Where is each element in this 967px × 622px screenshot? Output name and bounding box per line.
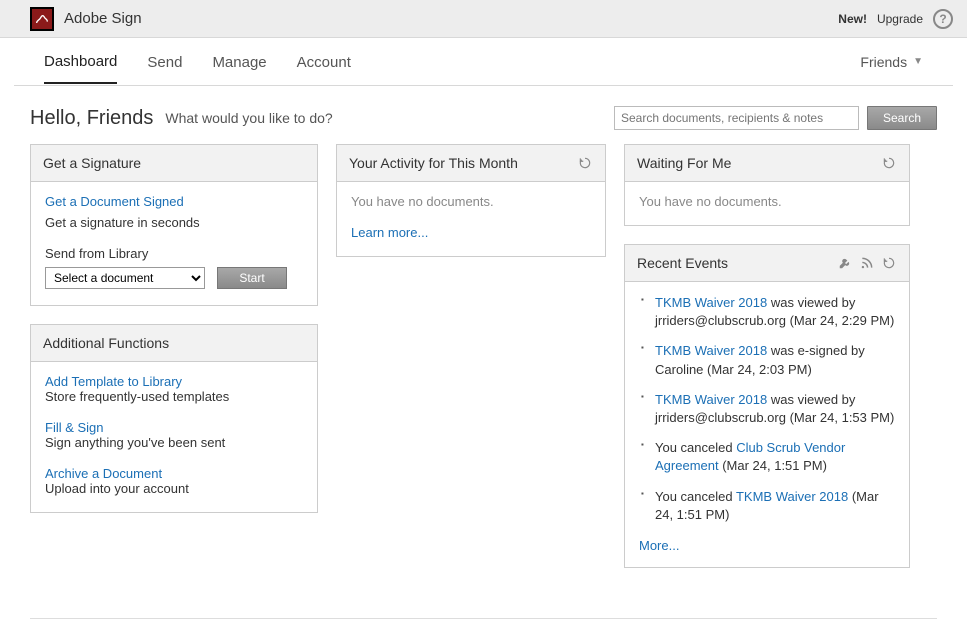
app-logo	[30, 7, 54, 31]
wrench-icon[interactable]	[837, 255, 853, 271]
greeting-row: Hello, Friends What would you like to do…	[0, 86, 967, 144]
waiting-empty: You have no documents.	[639, 194, 895, 209]
add-template-link[interactable]: Add Template to Library	[45, 374, 303, 389]
event-item: You canceled Club Scrub Vendor Agreement…	[639, 439, 895, 487]
activity-empty: You have no documents.	[351, 194, 591, 209]
panel-header: Additional Functions	[31, 325, 317, 362]
event-item: You canceled TKMB Waiver 2018 (Mar 24, 1…	[639, 488, 895, 536]
panel-header: Your Activity for This Month	[337, 145, 605, 182]
panel-header: Recent Events	[625, 245, 909, 282]
panel-title: Waiting For Me	[637, 155, 731, 171]
tab-send[interactable]: Send	[147, 40, 182, 83]
fill-sign-desc: Sign anything you've been sent	[45, 435, 303, 450]
panel-title: Get a Signature	[43, 155, 141, 171]
event-item: TKMB Waiver 2018 was viewed by jrriders@…	[639, 294, 895, 342]
send-from-library-label: Send from Library	[45, 246, 303, 261]
rss-icon[interactable]	[859, 255, 875, 271]
tab-account[interactable]: Account	[297, 40, 351, 83]
more-link[interactable]: More...	[625, 538, 909, 567]
topbar: Adobe Sign New! Upgrade ?	[0, 0, 967, 38]
panel-activity: Your Activity for This Month You have no…	[336, 144, 606, 257]
upgrade-link[interactable]: Upgrade	[877, 12, 923, 26]
panel-additional-functions: Additional Functions Add Template to Lib…	[30, 324, 318, 513]
greeting-subtext: What would you like to do?	[165, 110, 332, 126]
fill-sign-link[interactable]: Fill & Sign	[45, 420, 303, 435]
nav-tabs: Dashboard Send Manage Account Friends ▼	[14, 38, 953, 86]
panel-title: Recent Events	[637, 255, 728, 271]
search-input[interactable]	[614, 106, 859, 130]
refresh-icon[interactable]	[881, 155, 897, 171]
panel-waiting: Waiting For Me You have no documents.	[624, 144, 910, 226]
event-link[interactable]: TKMB Waiver 2018	[736, 489, 848, 504]
event-list: TKMB Waiver 2018 was viewed by jrriders@…	[639, 294, 895, 536]
panel-title: Additional Functions	[43, 335, 169, 351]
help-icon[interactable]: ?	[933, 9, 953, 29]
get-document-signed-desc: Get a signature in seconds	[45, 215, 303, 230]
tab-manage[interactable]: Manage	[212, 40, 266, 83]
panel-recent-events: Recent Events TKMB Waiver 2018 was viewe…	[624, 244, 910, 568]
start-button[interactable]: Start	[217, 267, 287, 289]
archive-doc-link[interactable]: Archive a Document	[45, 466, 303, 481]
event-link[interactable]: TKMB Waiver 2018	[655, 343, 767, 358]
panel-header: Waiting For Me	[625, 145, 909, 182]
greeting-text: Hello, Friends	[30, 107, 153, 130]
add-template-desc: Store frequently-used templates	[45, 389, 303, 404]
event-link[interactable]: TKMB Waiver 2018	[655, 392, 767, 407]
main-columns: Get a Signature Get a Document Signed Ge…	[0, 144, 967, 588]
get-document-signed-link[interactable]: Get a Document Signed	[45, 194, 303, 209]
search-button[interactable]: Search	[867, 106, 937, 130]
user-menu[interactable]: Friends ▼	[860, 54, 923, 70]
refresh-icon[interactable]	[881, 255, 897, 271]
tab-dashboard[interactable]: Dashboard	[44, 39, 117, 84]
event-item: TKMB Waiver 2018 was viewed by jrriders@…	[639, 391, 895, 439]
learn-more-link[interactable]: Learn more...	[351, 225, 591, 240]
panel-header: Get a Signature	[31, 145, 317, 182]
panel-title: Your Activity for This Month	[349, 155, 518, 171]
refresh-icon[interactable]	[577, 155, 593, 171]
library-select[interactable]: Select a document	[45, 267, 205, 289]
event-link[interactable]: TKMB Waiver 2018	[655, 295, 767, 310]
event-item: TKMB Waiver 2018 was e-signed by Carolin…	[639, 342, 895, 390]
footer-rule	[30, 618, 937, 622]
new-label: New!	[838, 12, 867, 26]
app-title: Adobe Sign	[64, 10, 142, 27]
chevron-down-icon: ▼	[913, 56, 923, 67]
panel-get-signature: Get a Signature Get a Document Signed Ge…	[30, 144, 318, 306]
user-name: Friends	[860, 54, 907, 70]
archive-doc-desc: Upload into your account	[45, 481, 303, 496]
